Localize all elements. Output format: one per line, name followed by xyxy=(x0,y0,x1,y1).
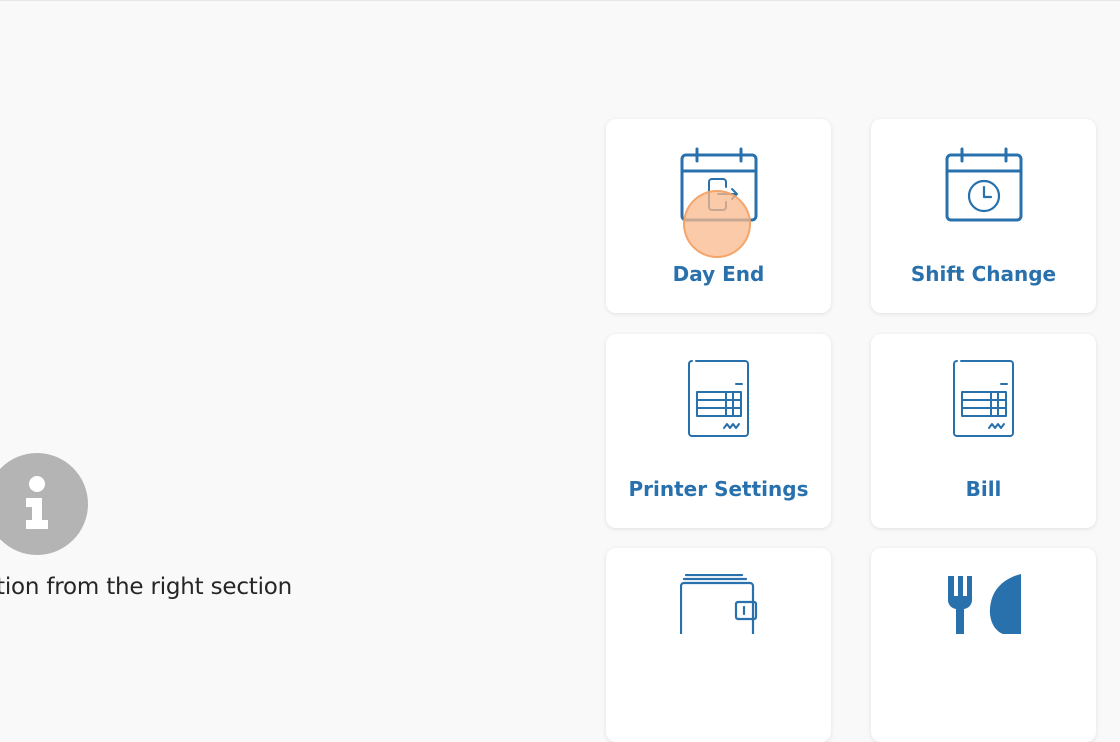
printer-settings-label: Printer Settings xyxy=(628,477,809,501)
shift-change-label: Shift Change xyxy=(910,262,1057,286)
receipt-icon xyxy=(953,360,1015,442)
wallet-card[interactable] xyxy=(606,548,831,742)
fork-knife-icon xyxy=(945,574,1025,638)
calendar-clock-icon xyxy=(945,147,1023,227)
printer-settings-card[interactable]: Printer Settings xyxy=(606,334,831,528)
receipt-icon xyxy=(688,360,750,442)
wallet-icon xyxy=(679,573,760,645)
info-icon xyxy=(0,453,88,555)
day-end-card[interactable]: Day End xyxy=(606,119,831,313)
hint-text: tion from the right section xyxy=(0,574,293,600)
bill-card[interactable]: Bill xyxy=(871,334,1096,528)
shift-change-card[interactable]: Shift Change xyxy=(871,119,1096,313)
calendar-exit-icon xyxy=(680,147,758,227)
fork-knife-card[interactable] xyxy=(871,548,1096,742)
top-divider xyxy=(0,0,1120,1)
day-end-label: Day End xyxy=(672,262,765,286)
bill-label: Bill xyxy=(965,477,1002,501)
